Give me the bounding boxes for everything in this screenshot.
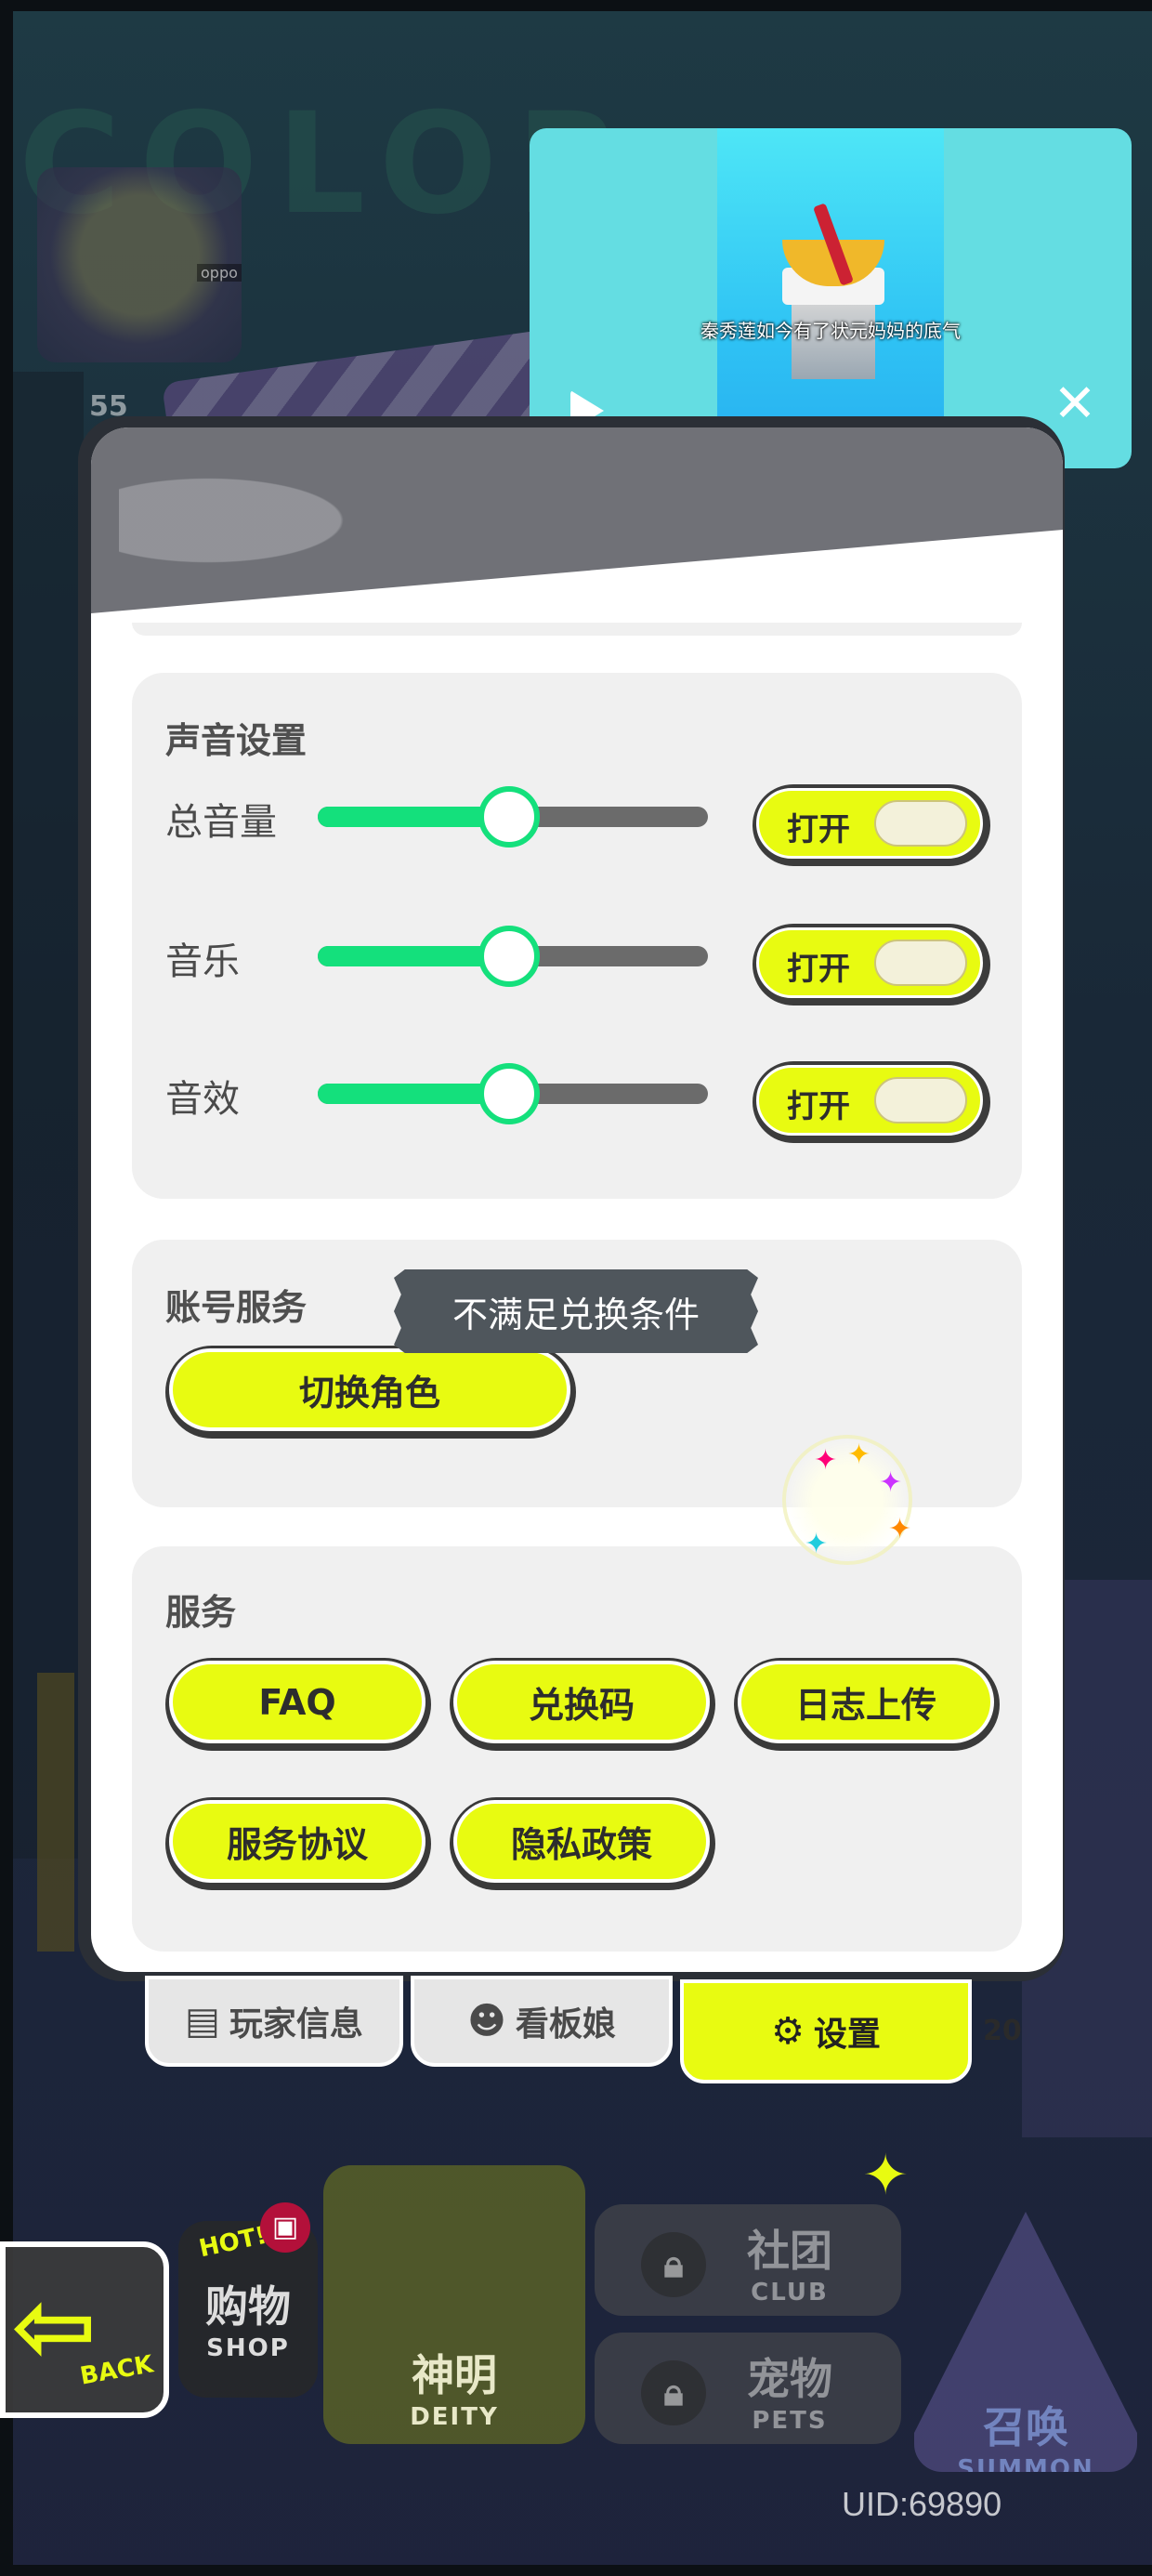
background-yellow-card [37,1673,74,1952]
club-label: 社团 [747,2226,832,2276]
back-button[interactable]: ⇦ BACK [0,2241,169,2418]
tab-mascot[interactable]: ☻ 看板娘 [411,1976,673,2067]
button-label: 隐私政策 [453,1800,710,1883]
log-upload-button[interactable]: 日志上传 [734,1658,1000,1751]
bottom-edge [0,2565,1152,2576]
panel-header [91,427,1063,613]
gift-icon: ▣ [260,2202,310,2253]
tab-label: 设置 [813,2016,881,2054]
section-title: 账号服务 [165,1287,308,1328]
tab-settings[interactable]: ⚙ 设置 [680,1979,972,2083]
shop-label-en: SHOP [206,2334,290,2362]
lock-icon: 🔒︎ [641,2360,706,2425]
close-icon[interactable]: ✕ [1052,378,1098,430]
video-caption: 秦秀莲如今有了状元妈妈的底气 [700,320,961,342]
paint-splash-decoration [119,455,416,585]
pets-button[interactable]: 🔒︎ 宠物 PETS [595,2333,901,2444]
toggle-face: 打开 [756,788,983,859]
switch-role-button[interactable]: 切换角色 [165,1346,576,1439]
row-label: 音乐 [165,940,240,983]
left-edge [0,0,13,2576]
top-edge [0,0,1152,11]
pets-label: 宠物 [747,2354,832,2404]
master-volume-row: 总音量 打开 [132,766,1022,866]
profile-card-icon: ▤ [185,2000,220,2043]
terms-of-service-button[interactable]: 服务协议 [165,1797,431,1890]
toggle-thumb [874,800,967,847]
sfx-volume-row: 音效 打开 [132,1043,1022,1143]
section-title: 声音设置 [165,720,308,761]
sound-settings-section: 声音设置 总音量 打开 音乐 打开 音效 打开 [132,673,1022,1199]
star-decoration: ✦ [862,2143,910,2208]
button-label: 日志上传 [738,1661,994,1743]
toggle-thumb [874,1077,967,1124]
deity-label: 神明 [412,2350,497,2400]
toggle-label: 打开 [787,1088,850,1125]
settings-panel: 声音设置 总音量 打开 音乐 打开 音效 打开 账号服务 切换角色 服务 FAQ… [91,427,1063,1972]
music-toggle[interactable]: 打开 [753,924,990,1005]
tab-player-info[interactable]: ▤ 玩家信息 [145,1976,403,2067]
toggle-face: 打开 [756,927,983,998]
toggle-label: 打开 [787,951,850,988]
slider-knob[interactable] [478,786,540,848]
master-volume-toggle[interactable]: 打开 [753,784,990,866]
master-volume-slider[interactable] [318,786,708,848]
club-button[interactable]: 🔒︎ 社团 CLUB [595,2204,901,2316]
row-label: 总音量 [165,801,277,844]
lock-icon: 🔒︎ [641,2232,706,2297]
slider-knob[interactable] [478,926,540,987]
button-label: 切换角色 [169,1348,570,1431]
toggle-face: 打开 [756,1065,983,1136]
section-title: 服务 [165,1592,237,1633]
tab-side-number: 20 [983,2015,1022,2047]
slider-knob[interactable] [478,1063,540,1124]
deity-button[interactable]: 神明 DEITY [323,2165,585,2444]
shop-label: 购物 [205,2281,291,2332]
button-label: 兑换码 [453,1661,710,1743]
toggle-thumb [874,940,967,986]
toggle-label: 打开 [787,811,850,848]
user-id: UID:69890 [842,2485,1002,2523]
gear-icon: ⚙ [771,2010,805,2053]
button-label: FAQ [169,1661,425,1743]
summon-label: 召唤 [983,2402,1068,2452]
redeem-code-button[interactable]: 兑换码 [450,1658,715,1751]
music-volume-row: 音乐 打开 [132,905,1022,1005]
deity-label-en: DEITY [410,2403,499,2431]
person-icon: ☻ [467,2000,506,2043]
services-section: 服务 FAQ 兑换码 日志上传 服务协议 隐私政策 [132,1546,1022,1952]
tap-sparkle-effect: ✦ ✦ ✦ ✦ ✦ [782,1435,912,1565]
panel-scroll-top [132,623,1022,636]
tab-label: 看板娘 [515,2005,616,2044]
club-label-en: CLUB [751,2279,829,2307]
sfx-toggle[interactable]: 打开 [753,1061,990,1143]
faq-button[interactable]: FAQ [165,1658,431,1751]
sfx-volume-slider[interactable] [318,1063,708,1124]
background-avatar-tag: oppo [197,264,242,282]
tab-label: 玩家信息 [229,2005,363,2044]
pets-label-en: PETS [752,2407,828,2435]
row-label: 音效 [165,1078,240,1121]
music-volume-slider[interactable] [318,926,708,987]
redeem-condition-toast: 不满足兑换条件 [394,1269,758,1353]
privacy-policy-button[interactable]: 隐私政策 [450,1797,715,1890]
button-label: 服务协议 [169,1800,425,1883]
